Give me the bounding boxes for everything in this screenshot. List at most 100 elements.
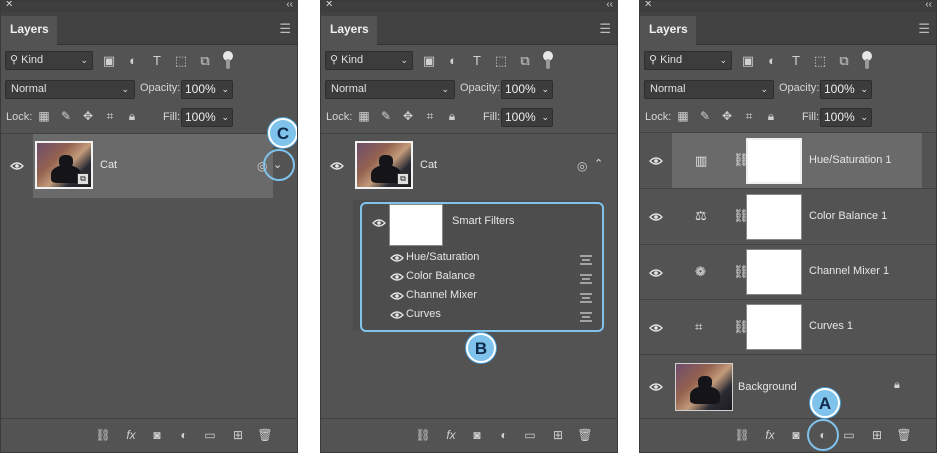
add-mask-icon[interactable]: ◙ — [469, 427, 485, 443]
type-layer-filter-icon[interactable]: T — [149, 53, 165, 69]
filter-toggle[interactable] — [862, 51, 872, 71]
lock-position-icon[interactable]: ✥ — [401, 109, 415, 123]
lock-position-icon[interactable]: ✥ — [81, 109, 95, 123]
adjustment-layer-icon[interactable]: ◐ — [496, 427, 512, 443]
close-icon[interactable]: ✕ — [325, 1, 333, 10]
adjustment-layer-filter-icon[interactable]: ◐ — [125, 53, 141, 69]
layer-name[interactable]: Cat — [100, 159, 117, 171]
pixel-layer-filter-icon[interactable]: ▣ — [740, 53, 756, 69]
opacity-field[interactable]: 100% ⌄ — [501, 80, 553, 99]
layer-row-curves[interactable]: ⌗ ⛓ Curves 1 — [640, 299, 936, 353]
blend-mode-select[interactable]: Normal ⌄ — [644, 80, 774, 99]
tab-layers[interactable]: Layers — [640, 16, 696, 45]
blend-mode-select[interactable]: Normal ⌄ — [5, 80, 135, 99]
folder-icon[interactable]: ▭ — [841, 427, 857, 443]
layer-mask-thumbnail[interactable] — [746, 304, 802, 350]
filter-toggle[interactable] — [223, 51, 233, 71]
layer-row-cat[interactable]: ⧉ Cat ◎ ⌄ — [1, 133, 297, 198]
fx-icon[interactable]: fx — [123, 427, 139, 443]
new-layer-icon[interactable]: ⊞ — [550, 427, 566, 443]
blend-mode-select[interactable]: Normal ⌄ — [325, 80, 455, 99]
lock-transparency-icon[interactable]: ▦ — [37, 109, 51, 123]
lock-pixels-icon[interactable]: ✎ — [59, 109, 73, 123]
tab-layers[interactable]: Layers — [1, 16, 57, 45]
pixel-layer-filter-icon[interactable]: ▣ — [421, 53, 437, 69]
new-layer-icon[interactable]: ⊞ — [869, 427, 885, 443]
filter-toggle[interactable] — [543, 51, 553, 71]
collapse-icon[interactable]: ‹‹ — [286, 1, 293, 10]
kind-filter-select[interactable]: ⚲ Kind ⌄ — [325, 51, 413, 70]
visibility-eye-icon[interactable] — [10, 162, 24, 170]
lock-artboard-icon[interactable]: ⌗ — [742, 109, 756, 123]
lock-position-icon[interactable]: ✥ — [720, 109, 734, 123]
lock-transparency-icon[interactable]: ▦ — [357, 109, 371, 123]
layer-thumbnail[interactable] — [675, 363, 733, 411]
pixel-layer-filter-icon[interactable]: ▣ — [101, 53, 117, 69]
shape-layer-filter-icon[interactable]: ⬚ — [493, 53, 509, 69]
layer-mask-thumbnail[interactable] — [746, 249, 802, 295]
layer-name[interactable]: Curves 1 — [809, 320, 853, 332]
smart-object-filter-icon[interactable]: ⧉ — [836, 53, 852, 69]
opacity-field[interactable]: 100% ⌄ — [181, 80, 233, 99]
kind-filter-select[interactable]: ⚲ Kind ⌄ — [644, 51, 732, 70]
kind-filter-select[interactable]: ⚲ Kind ⌄ — [5, 51, 93, 70]
smart-object-filter-icon[interactable]: ⧉ — [197, 53, 213, 69]
close-icon[interactable]: ✕ — [5, 1, 13, 10]
lock-pixels-icon[interactable]: ✎ — [379, 109, 393, 123]
opacity-field[interactable]: 100% ⌄ — [820, 80, 872, 99]
layer-row-cat[interactable]: ⧉ Cat ◎ ⌃ — [321, 133, 617, 200]
tab-layers[interactable]: Layers — [321, 16, 377, 45]
layer-name[interactable]: Color Balance 1 — [809, 210, 887, 222]
adjustment-layer-icon[interactable]: ◐ — [176, 427, 192, 443]
trash-icon[interactable]: 🗑︎ — [896, 427, 912, 443]
visibility-eye-icon[interactable] — [649, 213, 663, 221]
layer-row-channel-mixer[interactable]: ❁ ⛓ Channel Mixer 1 — [640, 244, 936, 298]
type-layer-filter-icon[interactable]: T — [469, 53, 485, 69]
lock-pixels-icon[interactable]: ✎ — [698, 109, 712, 123]
smart-filter-indicator-icon[interactable]: ◎ — [577, 159, 587, 173]
lock-all-icon[interactable]: 🔒︎ — [764, 109, 778, 123]
fx-icon[interactable]: fx — [762, 427, 778, 443]
fill-field[interactable]: 100% ⌄ — [501, 108, 553, 127]
visibility-eye-icon[interactable] — [330, 162, 344, 170]
fill-field[interactable]: 100% ⌄ — [181, 108, 233, 127]
folder-icon[interactable]: ▭ — [522, 427, 538, 443]
adjustment-layer-filter-icon[interactable]: ◐ — [764, 53, 780, 69]
add-mask-icon[interactable]: ◙ — [149, 427, 165, 443]
layer-row-background[interactable]: Background 🔒︎ — [640, 354, 936, 418]
shape-layer-filter-icon[interactable]: ⬚ — [173, 53, 189, 69]
lock-transparency-icon[interactable]: ▦ — [676, 109, 690, 123]
new-layer-icon[interactable]: ⊞ — [230, 427, 246, 443]
visibility-eye-icon[interactable] — [649, 324, 663, 332]
shape-layer-filter-icon[interactable]: ⬚ — [812, 53, 828, 69]
lock-all-icon[interactable]: 🔒︎ — [445, 109, 459, 123]
panel-menu-icon[interactable]: ☰ — [599, 21, 611, 37]
panel-menu-icon[interactable]: ☰ — [279, 21, 291, 37]
layer-mask-thumbnail[interactable] — [746, 194, 802, 240]
panel-menu-icon[interactable]: ☰ — [918, 21, 930, 37]
layer-name[interactable]: Cat — [420, 159, 437, 171]
folder-icon[interactable]: ▭ — [202, 427, 218, 443]
layer-row-color-balance[interactable]: ⚖ ⛓ Color Balance 1 — [640, 188, 936, 243]
layer-name[interactable]: Background — [738, 381, 797, 393]
layer-thumbnail[interactable]: ⧉ — [35, 141, 93, 189]
layer-row-hue-saturation[interactable]: ▥ ⛓ Hue/Saturation 1 — [640, 132, 936, 188]
visibility-eye-icon[interactable] — [649, 157, 663, 165]
adjustment-layer-filter-icon[interactable]: ◐ — [445, 53, 461, 69]
smart-object-filter-icon[interactable]: ⧉ — [517, 53, 533, 69]
lock-artboard-icon[interactable]: ⌗ — [423, 109, 437, 123]
link-layers-icon[interactable]: ⛓ — [415, 427, 431, 443]
collapse-icon[interactable]: ‹‹ — [606, 1, 613, 10]
lock-all-icon[interactable]: 🔒︎ — [125, 109, 139, 123]
visibility-eye-icon[interactable] — [649, 383, 663, 391]
add-mask-icon[interactable]: ◙ — [788, 427, 804, 443]
link-layers-icon[interactable]: ⛓ — [95, 427, 111, 443]
trash-icon[interactable]: 🗑︎ — [577, 427, 593, 443]
layer-mask-thumbnail[interactable] — [746, 138, 802, 184]
fx-icon[interactable]: fx — [443, 427, 459, 443]
layer-name[interactable]: Hue/Saturation 1 — [809, 154, 892, 166]
close-icon[interactable]: ✕ — [644, 1, 652, 10]
layer-name[interactable]: Channel Mixer 1 — [809, 265, 889, 277]
type-layer-filter-icon[interactable]: T — [788, 53, 804, 69]
visibility-eye-icon[interactable] — [649, 269, 663, 277]
